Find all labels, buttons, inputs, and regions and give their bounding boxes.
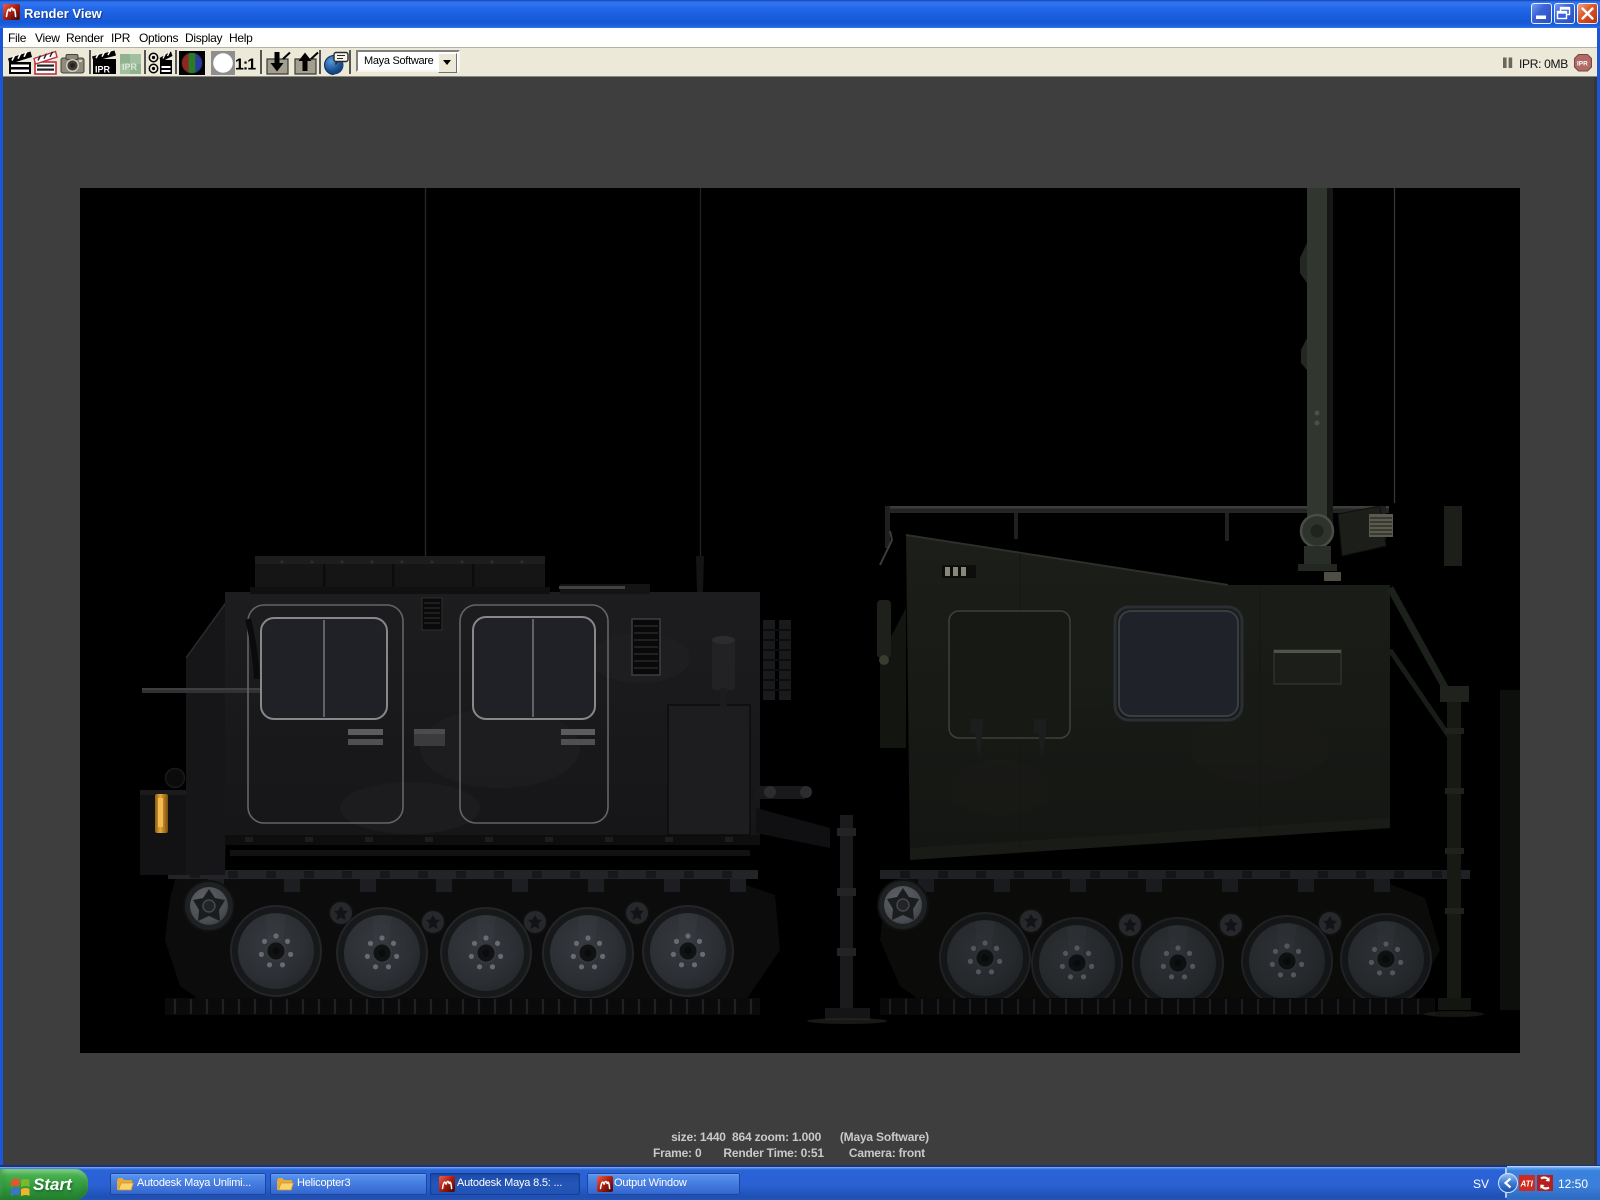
svg-text:IPR: IPR: [122, 62, 138, 72]
svg-text:IPR: IPR: [95, 65, 111, 75]
svg-text:IPR: IPR: [1577, 61, 1588, 68]
svg-text:1:1: 1:1: [235, 57, 256, 74]
svg-text:ATI: ATI: [1520, 1180, 1534, 1189]
